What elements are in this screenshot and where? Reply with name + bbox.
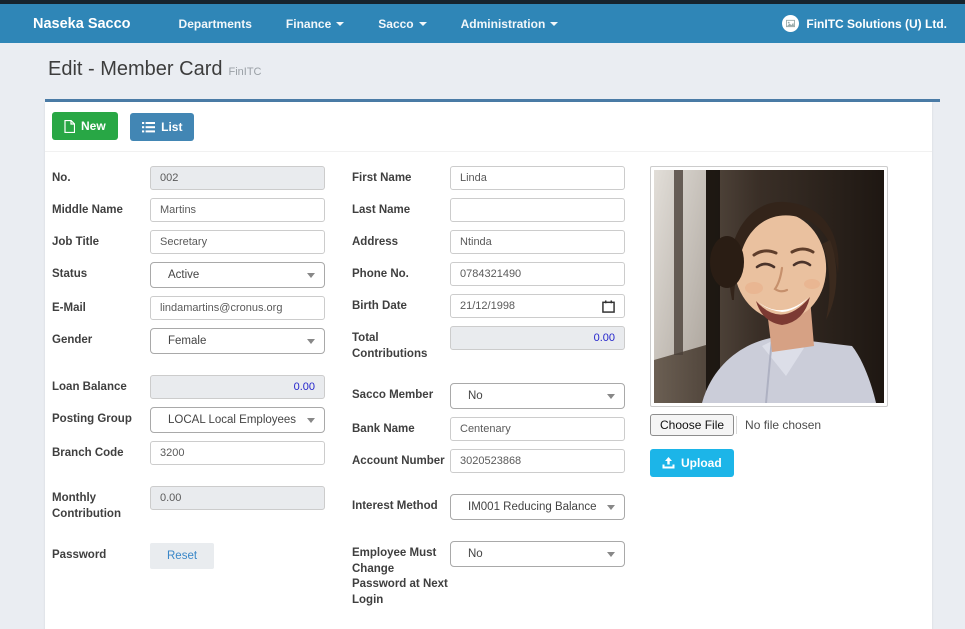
loan-balance-field: 0.00	[150, 375, 325, 399]
field-password: Password Reset	[52, 543, 325, 569]
nav-item-sacco[interactable]: Sacco	[378, 17, 426, 31]
field-middle-name: Middle Name Martins	[52, 198, 325, 222]
new-button[interactable]: New	[52, 112, 118, 140]
member-form: No. 002 Middle Name Martins Job Title Se…	[45, 152, 932, 616]
field-no: No. 002	[52, 166, 325, 190]
branch-code-input[interactable]: 3200	[150, 441, 325, 465]
posting-group-select[interactable]: LOCAL Local Employees	[150, 407, 325, 433]
monthly-contribution-field: 0.00	[150, 486, 325, 510]
choose-file-button[interactable]: Choose File	[650, 414, 734, 436]
total-contributions-field: 0.00	[450, 326, 625, 350]
field-posting-group: Posting Group LOCAL Local Employees	[52, 407, 325, 433]
field-first-name: First Name Linda	[352, 166, 625, 190]
page-subtitle: FinITC	[229, 66, 262, 78]
chevron-down-icon	[607, 552, 615, 557]
field-address: Address Ntinda	[352, 230, 625, 254]
avatar	[782, 15, 799, 32]
member-portrait-image	[654, 170, 884, 403]
divider	[736, 416, 737, 434]
member-photo	[650, 166, 888, 407]
chevron-down-icon	[307, 273, 315, 278]
chevron-down-icon	[607, 505, 615, 510]
field-gender: Gender Female	[52, 328, 325, 354]
field-phone: Phone No. 0784321490	[352, 262, 625, 286]
brand-logo[interactable]: Naseka Sacco	[33, 16, 131, 32]
birth-date-input[interactable]: 21/12/1998	[450, 294, 625, 318]
form-column-left: No. 002 Middle Name Martins Job Title Se…	[52, 166, 325, 616]
list-button[interactable]: List	[130, 113, 194, 141]
nav-item-finance[interactable]: Finance	[286, 17, 344, 31]
file-chosen-status: No file chosen	[745, 418, 821, 432]
photo-icon	[786, 19, 795, 28]
chevron-down-icon	[607, 394, 615, 399]
employee-must-change-password-select[interactable]: No	[450, 541, 625, 567]
account-number-input[interactable]: 3020523868	[450, 449, 625, 473]
upload-row: Upload	[650, 449, 890, 477]
field-email: E-Mail lindamartins@cronus.org	[52, 296, 325, 320]
interest-method-select[interactable]: IM001 Reducing Balance	[450, 494, 625, 520]
bank-name-input[interactable]: Centenary	[450, 417, 625, 441]
upload-button[interactable]: Upload	[650, 449, 734, 477]
field-bank-name: Bank Name Centenary	[352, 417, 625, 441]
page-title: Edit - Member Card	[48, 58, 223, 80]
no-field: 002	[150, 166, 325, 190]
reset-password-button[interactable]: Reset	[150, 543, 214, 569]
upload-icon	[662, 457, 675, 469]
field-sacco-member: Sacco Member No	[352, 383, 625, 409]
chevron-down-icon	[419, 22, 427, 26]
first-name-input[interactable]: Linda	[450, 166, 625, 190]
field-loan-balance: Loan Balance 0.00	[52, 375, 325, 399]
nav-item-administration[interactable]: Administration	[461, 17, 559, 31]
chevron-down-icon	[307, 339, 315, 344]
form-column-middle: First Name Linda Last Name Address Ntind…	[352, 166, 625, 616]
list-icon	[142, 122, 155, 133]
status-select[interactable]: Active	[150, 262, 325, 288]
field-monthly-contribution: Monthly Contribution 0.00	[52, 486, 325, 522]
calendar-icon	[602, 300, 615, 313]
field-status: Status Active	[52, 262, 325, 288]
job-title-input[interactable]: Secretary	[150, 230, 325, 254]
field-branch-code: Branch Code 3200	[52, 441, 325, 465]
navbar: Naseka Sacco Departments Finance Sacco A…	[0, 4, 965, 43]
company-menu[interactable]: FinITC Solutions (U) Ltd.	[782, 15, 947, 32]
chevron-down-icon	[336, 22, 344, 26]
chevron-down-icon	[550, 22, 558, 26]
company-name: FinITC Solutions (U) Ltd.	[806, 17, 947, 31]
chevron-down-icon	[307, 418, 315, 423]
photo-column: Choose File No file chosen Upload	[650, 166, 890, 616]
file-upload-row: Choose File No file chosen	[650, 414, 890, 436]
field-birth-date: Birth Date 21/12/1998	[352, 294, 625, 318]
field-total-contributions: Total Contributions 0.00	[352, 326, 625, 362]
email-input[interactable]: lindamartins@cronus.org	[150, 296, 325, 320]
field-last-name: Last Name	[352, 198, 625, 222]
new-file-icon	[64, 120, 75, 133]
last-name-input[interactable]	[450, 198, 625, 222]
nav-item-departments[interactable]: Departments	[179, 17, 252, 31]
field-job-title: Job Title Secretary	[52, 230, 325, 254]
member-card-panel: New List No. 002 Middle Name Martins Job…	[45, 102, 932, 629]
middle-name-input[interactable]: Martins	[150, 198, 325, 222]
gender-select[interactable]: Female	[150, 328, 325, 354]
field-employee-must-change-password: Employee Must Change Password at Next Lo…	[352, 541, 625, 608]
phone-input[interactable]: 0784321490	[450, 262, 625, 286]
toolbar: New List	[45, 102, 932, 152]
field-interest-method: Interest Method IM001 Reducing Balance	[352, 494, 625, 520]
field-account-number: Account Number 3020523868	[352, 449, 625, 473]
address-input[interactable]: Ntinda	[450, 230, 625, 254]
page-header: Edit - Member Card FinITC	[0, 43, 965, 91]
sacco-member-select[interactable]: No	[450, 383, 625, 409]
